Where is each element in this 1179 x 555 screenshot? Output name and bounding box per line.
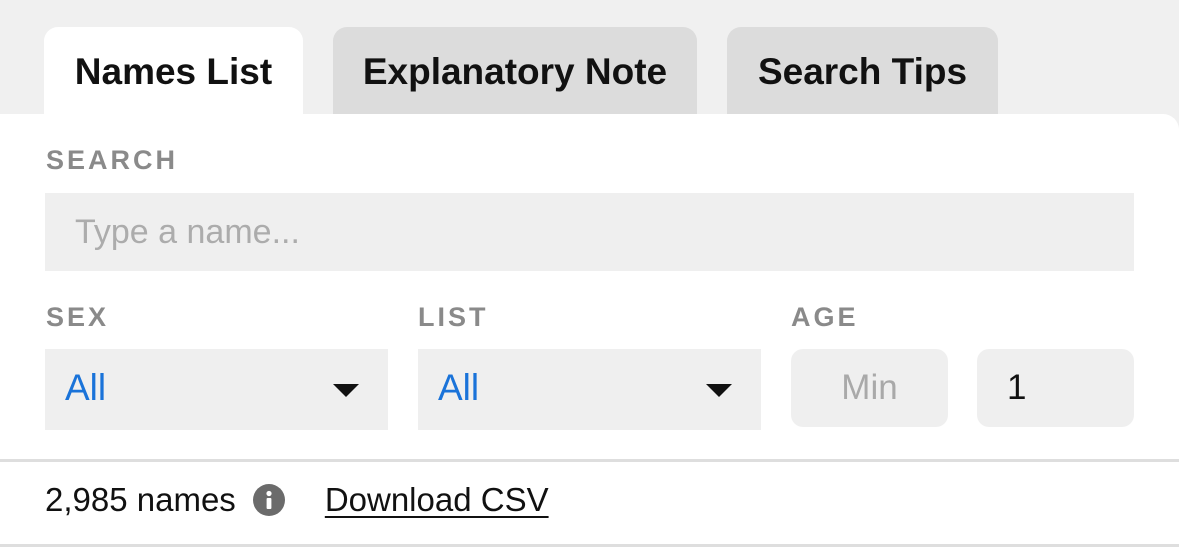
search-label: SEARCH <box>46 145 179 175</box>
age-label: AGE <box>791 302 859 332</box>
age-min-input[interactable] <box>791 349 948 427</box>
divider <box>0 459 1179 462</box>
list-select-value: All <box>438 367 480 408</box>
names-list-panel: SEARCH SEX All LIST All AGE 2,985 names … <box>0 114 1179 555</box>
age-max-input[interactable] <box>977 349 1134 427</box>
caret-down-icon <box>706 384 732 397</box>
sex-label: SEX <box>46 302 110 332</box>
download-csv-link[interactable]: Download CSV <box>325 481 549 519</box>
tab-bar: Names List Explanatory Note Search Tips <box>0 0 1179 115</box>
info-icon[interactable] <box>252 484 285 516</box>
results-footer: 2,985 names Download CSV <box>45 480 549 520</box>
tab-explanatory-note[interactable]: Explanatory Note <box>333 27 697 115</box>
divider <box>0 544 1179 547</box>
tab-search-tips[interactable]: Search Tips <box>727 27 998 115</box>
caret-down-icon <box>333 384 359 397</box>
search-input[interactable] <box>45 193 1134 271</box>
sex-select[interactable]: All <box>45 349 388 430</box>
list-label: LIST <box>418 302 489 332</box>
tab-names-list[interactable]: Names List <box>44 27 303 115</box>
list-select[interactable]: All <box>418 349 761 430</box>
sex-select-value: All <box>65 367 107 408</box>
names-count: 2,985 names <box>45 481 236 518</box>
